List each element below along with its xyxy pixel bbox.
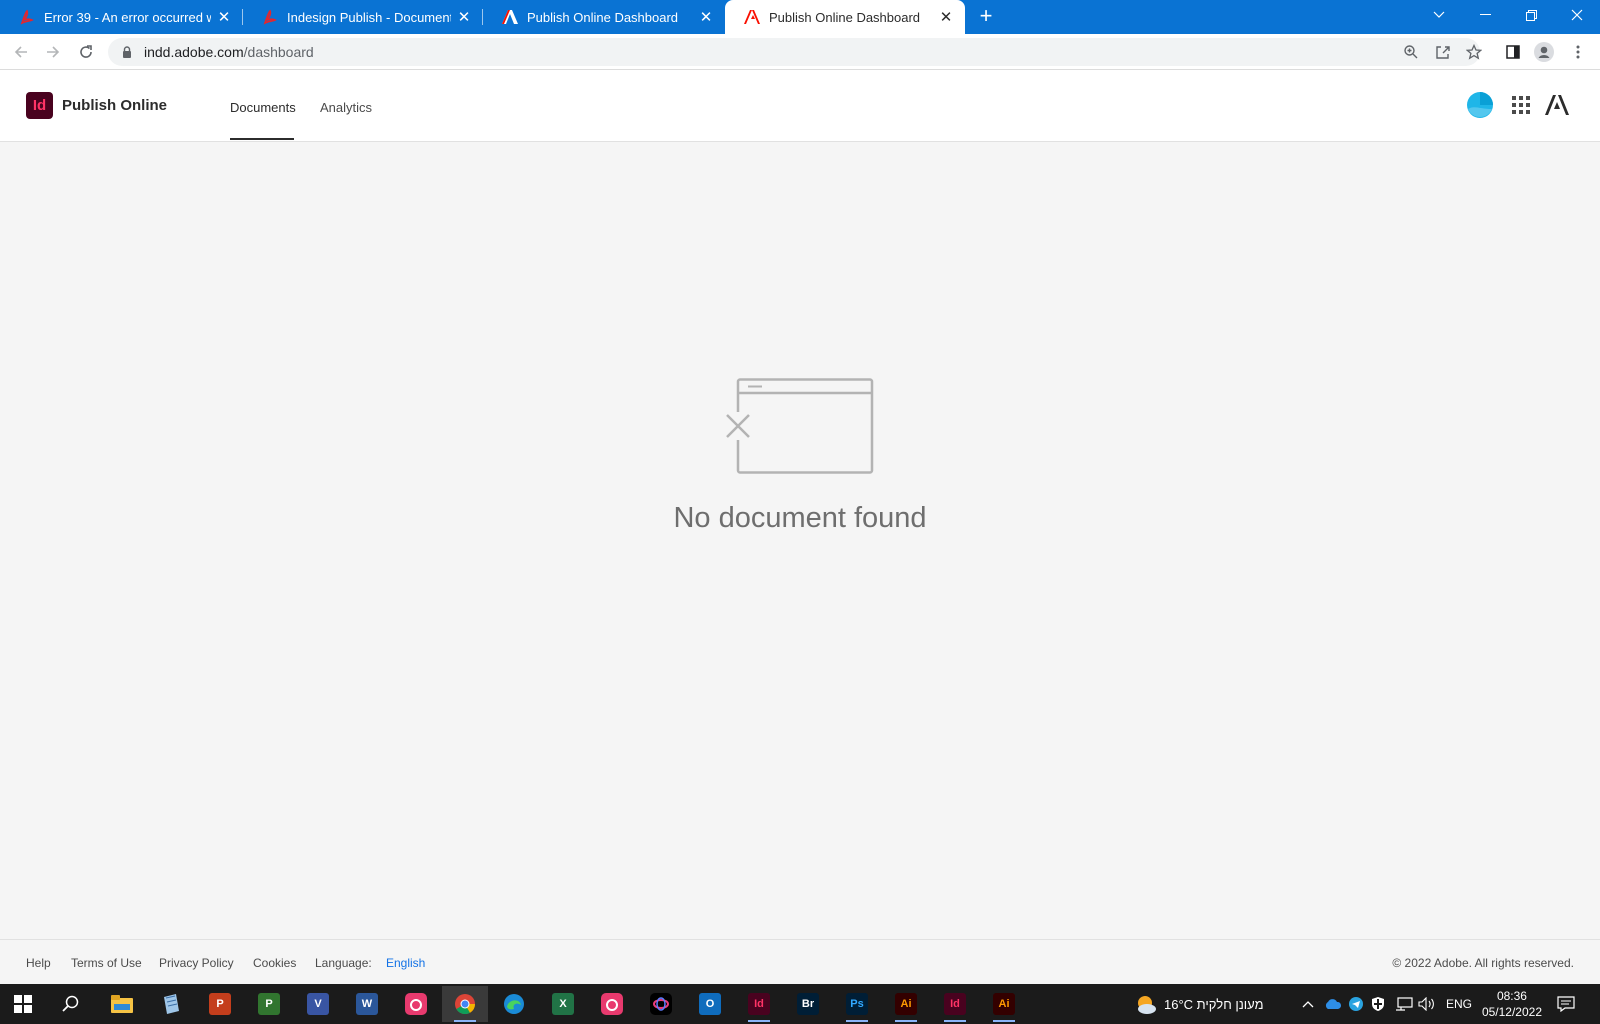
lock-icon[interactable] <box>120 45 134 59</box>
chrome-icon[interactable] <box>442 986 488 1022</box>
clock-date: 05/12/2022 <box>1481 1005 1542 1019</box>
url-host: indd.adobe.com <box>144 44 244 60</box>
browser-tab[interactable]: Error 39 - An error occurred while ✕ <box>0 0 243 34</box>
empty-state-message: No document found <box>673 502 927 534</box>
tab-title: Publish Online Dashboard <box>769 9 921 25</box>
indesign-logo-icon[interactable]: Id <box>26 92 53 119</box>
browser-tab[interactable]: Indesign Publish - Document not ✕ <box>243 0 483 34</box>
visio-icon[interactable]: V <box>295 986 341 1022</box>
address-bar[interactable]: indd.adobe.com/dashboard <box>108 38 1480 66</box>
show-hidden-icons-chevron-icon[interactable] <box>1302 984 1314 1024</box>
footer-link-cookies[interactable]: Cookies <box>253 956 296 970</box>
photoshop-icon[interactable]: Ps <box>834 986 880 1022</box>
word-icon[interactable]: W <box>344 986 390 1022</box>
language-selector[interactable]: English <box>386 956 425 970</box>
creative-cloud-express-icon[interactable] <box>638 986 684 1022</box>
windows-taskbar: P P V W X O Id Br Ps Ai Id Ai 16°C מעונן… <box>0 984 1600 1024</box>
powerpoint-icon[interactable]: P <box>197 986 243 1022</box>
weather-text: 16°C מעונן חלקית <box>1164 996 1264 1012</box>
reload-button[interactable] <box>74 40 98 64</box>
telegram-icon[interactable] <box>1349 984 1363 1024</box>
weather-widget[interactable]: 16°C מעונן חלקית <box>1134 984 1264 1024</box>
indesign-icon[interactable]: Id <box>932 986 978 1022</box>
tab-search-chevron-icon[interactable] <box>1416 0 1462 30</box>
browser-tab[interactable]: Publish Online Dashboard ✕ <box>483 0 725 34</box>
app-name[interactable]: Publish Online <box>62 97 167 114</box>
bookmark-star-icon[interactable] <box>1464 42 1484 62</box>
tab-analytics[interactable]: Analytics <box>320 100 372 115</box>
close-icon[interactable]: ✕ <box>215 8 233 26</box>
user-avatar[interactable] <box>1465 90 1495 120</box>
close-icon[interactable]: ✕ <box>697 8 715 26</box>
close-window-button[interactable] <box>1554 0 1600 30</box>
start-button[interactable] <box>0 986 46 1022</box>
no-document-illustration-icon <box>724 378 874 474</box>
app-switcher-grid-icon[interactable] <box>1506 90 1536 120</box>
file-explorer-icon[interactable] <box>99 986 145 1022</box>
adobe-pdf-icon <box>18 9 36 25</box>
outlook-icon[interactable]: O <box>687 986 733 1022</box>
volume-icon[interactable] <box>1418 984 1436 1024</box>
browser-tab-strip: Error 39 - An error occurred while ✕ Ind… <box>0 0 1600 34</box>
illustrator-icon[interactable]: Ai <box>883 986 929 1022</box>
project-icon[interactable]: P <box>246 986 292 1022</box>
edge-icon[interactable] <box>491 986 537 1022</box>
adobe-logo-icon[interactable] <box>1542 90 1572 120</box>
partly-cloudy-icon <box>1138 996 1156 1014</box>
footer-link-help[interactable]: Help <box>26 956 51 970</box>
empty-state: No document found <box>0 370 1600 540</box>
bridge-icon[interactable]: Br <box>785 986 831 1022</box>
onedrive-icon[interactable] <box>1324 984 1342 1024</box>
adobe-logo-icon <box>501 9 519 25</box>
security-shield-icon[interactable] <box>1371 984 1385 1024</box>
footer-link-privacy[interactable]: Privacy Policy <box>159 956 234 970</box>
excel-icon[interactable]: X <box>540 986 586 1022</box>
creative-cloud-icon[interactable] <box>393 986 439 1022</box>
adobe-pdf-icon <box>261 9 279 25</box>
copyright: © 2022 Adobe. All rights reserved. <box>1392 956 1574 970</box>
more-menu-icon[interactable] <box>1568 42 1588 62</box>
creative-cloud-icon[interactable] <box>589 986 635 1022</box>
indesign-icon[interactable]: Id <box>736 986 782 1022</box>
browser-tab-active[interactable]: Publish Online Dashboard ✕ <box>725 0 965 34</box>
footer-link-terms[interactable]: Terms of Use <box>71 956 142 970</box>
tab-title: Indesign Publish - Document not <box>287 9 451 25</box>
app-header: Id Publish Online Documents Analytics <box>0 70 1600 142</box>
footer: Help Terms of Use Privacy Policy Cookies… <box>0 939 1600 984</box>
new-tab-button[interactable]: + <box>975 5 997 28</box>
system-clock[interactable]: 08:36 05/12/2022 <box>1482 988 1542 1020</box>
notepad-icon[interactable] <box>148 986 194 1022</box>
zoom-icon[interactable] <box>1401 42 1421 62</box>
network-icon[interactable] <box>1395 984 1413 1024</box>
forward-button[interactable] <box>41 40 65 64</box>
illustrator-icon[interactable]: Ai <box>981 986 1027 1022</box>
tab-title: Error 39 - An error occurred while <box>44 9 211 25</box>
active-tab-indicator <box>230 138 294 140</box>
input-language[interactable]: ENG <box>1446 984 1472 1024</box>
side-panel-icon[interactable] <box>1503 42 1523 62</box>
close-icon[interactable]: ✕ <box>937 8 955 26</box>
notifications-icon[interactable] <box>1557 984 1575 1024</box>
clock-time: 08:36 <box>1496 989 1527 1003</box>
share-icon[interactable] <box>1433 42 1453 62</box>
back-button[interactable] <box>9 40 33 64</box>
url-path: /dashboard <box>243 44 314 60</box>
adobe-logo-icon <box>743 9 761 25</box>
tab-title: Publish Online Dashboard <box>527 9 679 25</box>
close-icon[interactable]: ✕ <box>455 8 473 26</box>
browser-toolbar: indd.adobe.com/dashboard <box>0 34 1600 70</box>
minimize-button[interactable] <box>1462 0 1508 30</box>
tab-documents[interactable]: Documents <box>230 100 296 115</box>
search-icon[interactable] <box>48 986 94 1022</box>
language-label: Language: <box>315 956 372 970</box>
profile-avatar-icon[interactable] <box>1534 42 1554 62</box>
restore-button[interactable] <box>1508 0 1554 30</box>
